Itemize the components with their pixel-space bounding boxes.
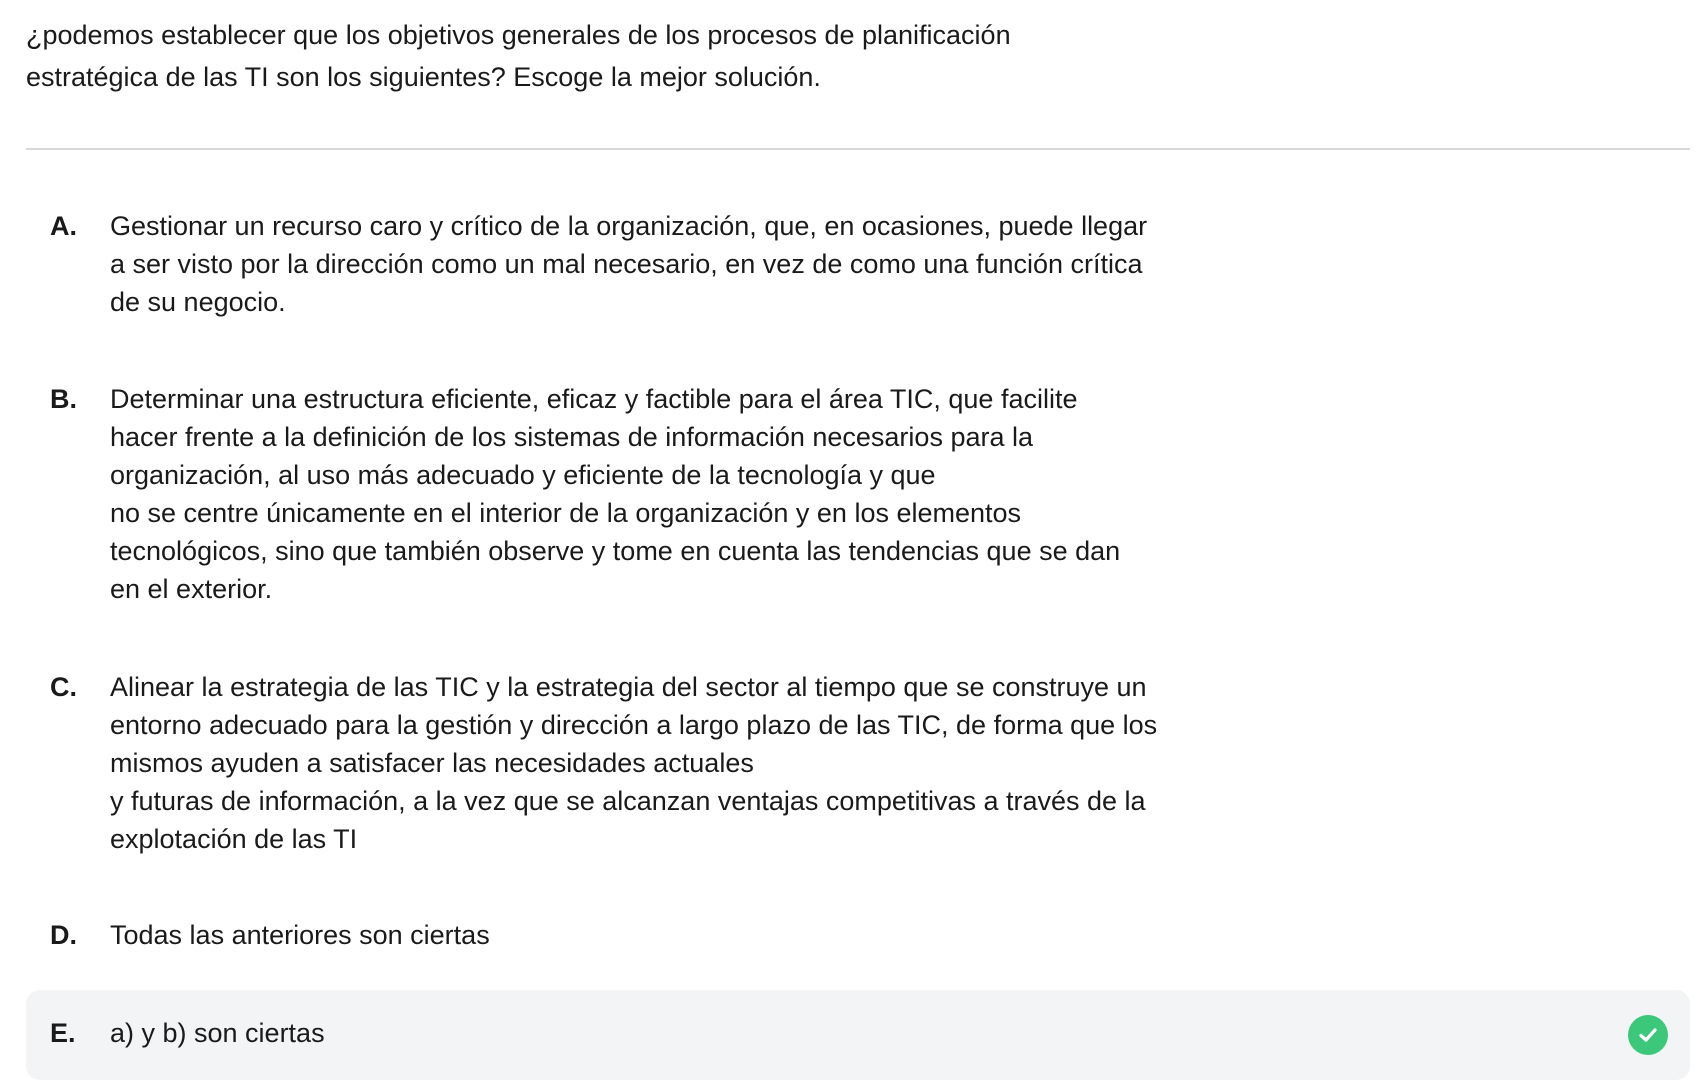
option-text: Alinear la estrategia de las TIC y la es… — [110, 672, 1158, 854]
option-a[interactable]: A. Gestionar un recurso caro y crítico d… — [26, 207, 1690, 327]
question-text: ¿podemos establecer que los objetivos ge… — [26, 20, 1011, 92]
option-text: a) y b) son ciertas — [110, 1018, 325, 1048]
option-letter: E. — [50, 1018, 76, 1048]
option-letter: A. — [50, 211, 77, 241]
checkmark-glyph — [1639, 1028, 1657, 1042]
option-text: Todas las anteriores son ciertas — [110, 920, 490, 950]
option-text: Determinar una estructura eficiente, efi… — [110, 384, 1121, 604]
option-d[interactable]: D. Todas las anteriores son ciertas — [26, 916, 1690, 956]
option-c[interactable]: C. Alinear la estrategia de las TIC y la… — [26, 668, 1690, 863]
option-letter: D. — [50, 920, 77, 950]
check-circle-icon — [1628, 1015, 1668, 1055]
option-e-selected[interactable]: E. a) y b) son ciertas — [26, 990, 1690, 1080]
option-letter: C. — [50, 672, 77, 702]
option-b[interactable]: B. Determinar una estructura eficiente, … — [26, 380, 1690, 610]
option-text: Gestionar un recurso caro y crítico de l… — [110, 211, 1148, 317]
divider — [26, 148, 1690, 150]
option-letter: B. — [50, 384, 77, 414]
